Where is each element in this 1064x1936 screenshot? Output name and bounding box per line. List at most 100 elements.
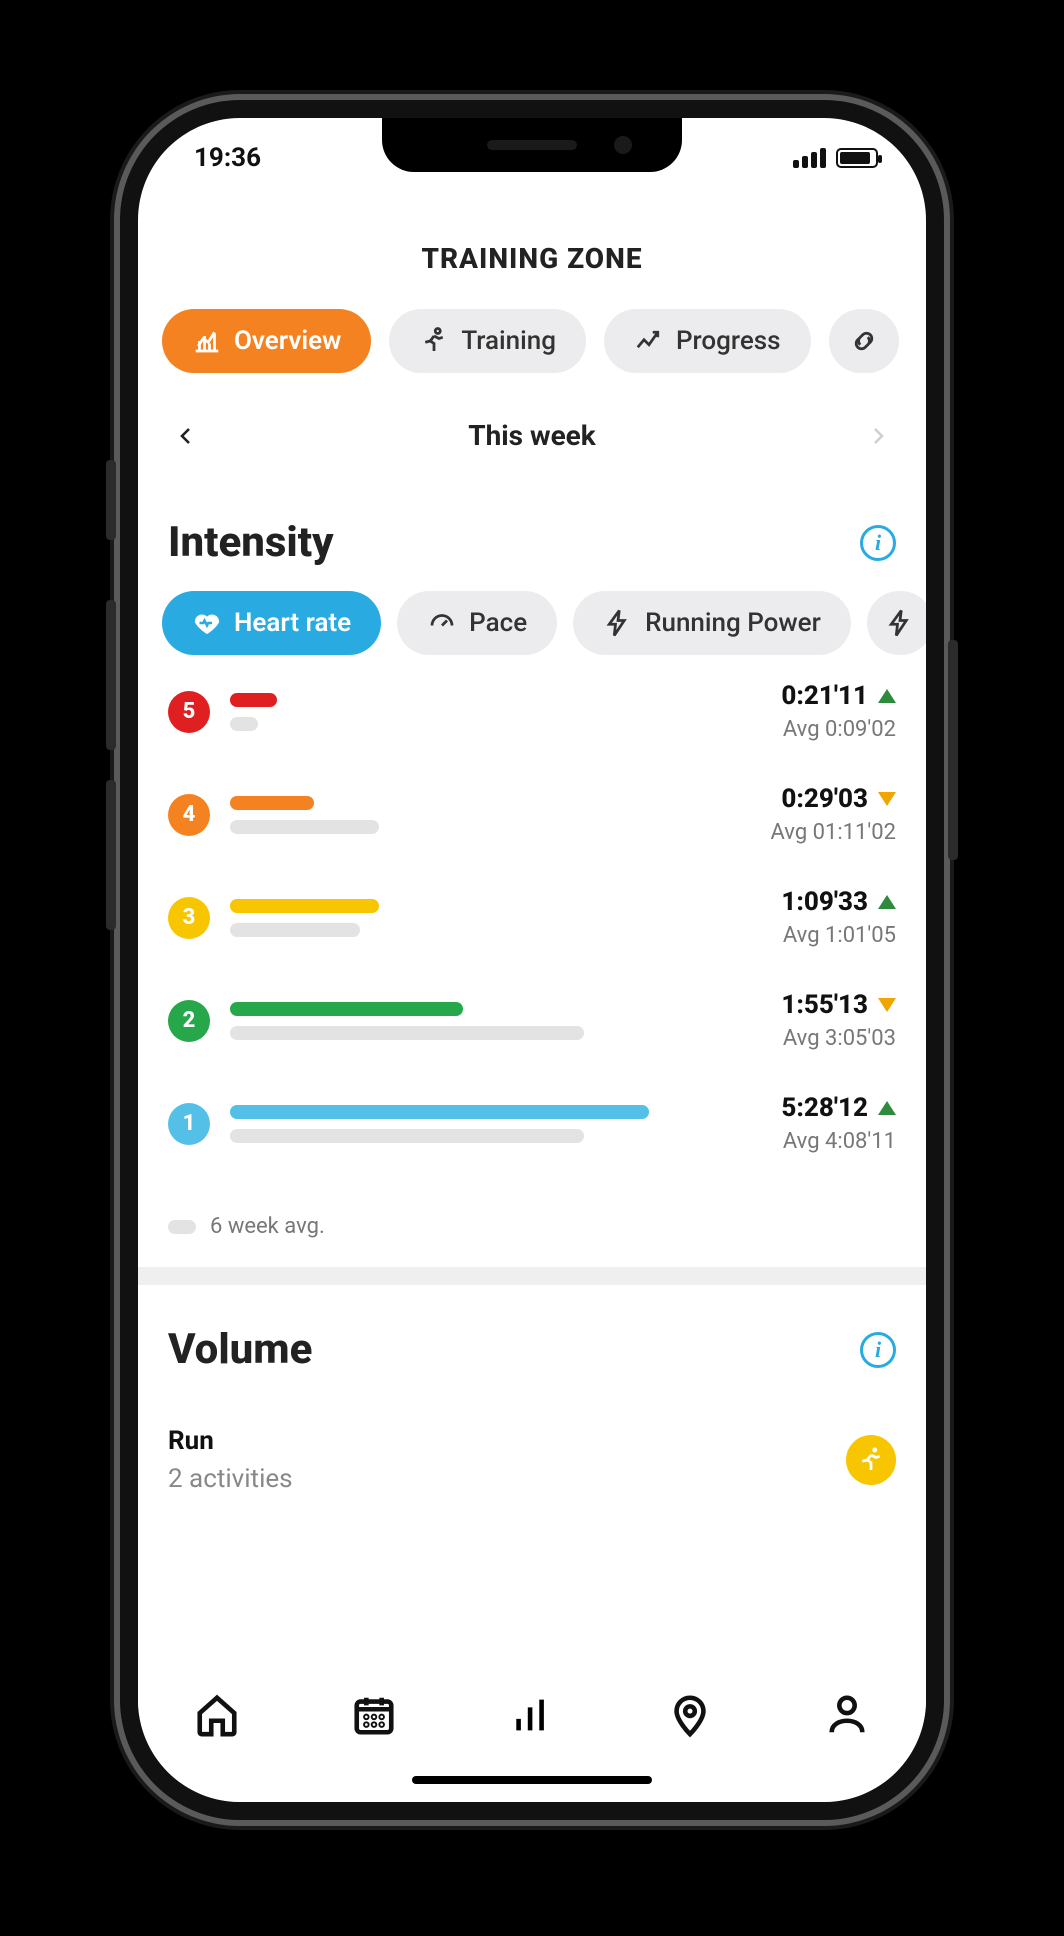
power-button	[948, 640, 958, 860]
zone-value-bar	[230, 1105, 649, 1119]
zone-value-bar	[230, 693, 277, 707]
zone-values: 5:28'12 Avg 4:08'11	[716, 1093, 896, 1154]
zone-row-5[interactable]: 5 0:21'11 Avg 0:09'02	[168, 681, 896, 742]
trend-down-icon	[878, 998, 896, 1012]
runner-icon	[419, 326, 449, 356]
zone-bars	[230, 1002, 696, 1040]
tab-profile[interactable]	[819, 1687, 875, 1743]
zone-value-label: 1:09'33	[781, 887, 868, 917]
volume-row-run[interactable]: Run 2 activities	[168, 1398, 896, 1494]
phone-frame: 19:36 TRAINING ZONE Ov	[120, 100, 944, 1820]
nav-pill-training[interactable]: Training	[389, 309, 586, 373]
zone-avg-bar	[230, 717, 258, 731]
volume-sport-label: Run	[168, 1426, 293, 1456]
chart-line-icon	[192, 326, 222, 356]
zone-bars	[230, 1105, 696, 1143]
zone-avg-bar	[230, 820, 379, 834]
zone-badge: 4	[168, 794, 210, 836]
zone-value-bar	[230, 899, 379, 913]
zone-row-4[interactable]: 4 0:29'03Avg 01:11'02	[168, 784, 896, 845]
metric-pill-more[interactable]	[867, 591, 926, 655]
volume-activities-label: 2 activities	[168, 1464, 293, 1494]
tab-calendar[interactable]	[346, 1687, 402, 1743]
metric-pill-label: Running Power	[645, 608, 821, 638]
battery-icon	[836, 148, 878, 168]
trend-up-icon	[878, 1101, 896, 1115]
nav-pill-more[interactable]	[829, 309, 899, 373]
notch	[382, 118, 682, 172]
zone-value-label: 0:29'03	[781, 784, 868, 814]
silent-switch	[106, 460, 116, 540]
zone-badge: 3	[168, 897, 210, 939]
intensity-info-button[interactable]: i	[860, 525, 896, 561]
zones-legend: 6 week avg.	[138, 1206, 926, 1267]
trend-up-icon	[878, 895, 896, 909]
zone-badge: 5	[168, 691, 210, 733]
zones-list: 5 0:21'11 Avg 0:09'02 4 0:29'03Avg 01:11'02 3…	[138, 655, 926, 1206]
week-label: This week	[468, 419, 596, 452]
nav-pill-bar: Overview Training Progress	[138, 309, 926, 373]
heart-icon	[192, 608, 222, 638]
nav-pill-overview[interactable]: Overview	[162, 309, 371, 373]
trend-up-icon	[878, 689, 896, 703]
metric-pill-running-power[interactable]: Running Power	[573, 591, 851, 655]
volume-down-button	[106, 780, 116, 930]
zone-row-1[interactable]: 15:28'12Avg 4:08'11	[168, 1093, 896, 1154]
screen: 19:36 TRAINING ZONE Ov	[138, 118, 926, 1802]
legend-swatch-icon	[168, 1220, 196, 1234]
status-time: 19:36	[194, 143, 261, 173]
metric-pill-heart-rate[interactable]: Heart rate	[162, 591, 381, 655]
metric-pill-bar: Heart rate Pace Running Power	[138, 591, 926, 655]
zone-avg-label: Avg 4:08'11	[716, 1129, 896, 1154]
zone-value-bar	[230, 1002, 463, 1016]
week-navigator: This week	[138, 373, 926, 462]
nav-pill-label: Overview	[234, 326, 341, 356]
zone-avg-label: Avg 1:01'05	[716, 923, 896, 948]
bolt-icon	[885, 608, 915, 638]
metric-pill-label: Heart rate	[234, 608, 351, 638]
section-divider	[138, 1267, 926, 1285]
zone-values: 1:09'33 Avg 1:01'05	[716, 887, 896, 948]
zone-row-2[interactable]: 2 1:55'13 Avg 3:05'03	[168, 990, 896, 1051]
zone-avg-bar	[230, 1026, 584, 1040]
zone-bars	[230, 693, 696, 731]
tab-stats[interactable]	[504, 1687, 560, 1743]
zone-value-label: 1:55'13	[781, 990, 868, 1020]
gauge-icon	[427, 608, 457, 638]
volume-header: Volume i	[138, 1285, 926, 1398]
zone-avg-bar	[230, 1129, 584, 1143]
intensity-header: Intensity i	[138, 462, 926, 591]
nav-pill-label: Progress	[676, 326, 781, 356]
volume-info-button[interactable]: i	[860, 1332, 896, 1368]
bolt-icon	[603, 608, 633, 638]
trend-up-icon	[634, 326, 664, 356]
intensity-title: Intensity	[168, 518, 334, 567]
zone-avg-label: Avg 0:09'02	[716, 717, 896, 742]
next-week-button[interactable]	[866, 424, 890, 448]
zone-value-bar	[230, 796, 314, 810]
link-icon	[849, 326, 879, 356]
zone-value-label: 5:28'12	[781, 1093, 868, 1123]
page-title: TRAINING ZONE	[138, 198, 926, 309]
run-badge-icon	[846, 1435, 896, 1485]
zone-badge: 2	[168, 1000, 210, 1042]
trend-down-icon	[878, 792, 896, 806]
cellular-signal-icon	[793, 148, 826, 168]
tab-location[interactable]	[662, 1687, 718, 1743]
zone-avg-label: Avg 3:05'03	[716, 1026, 896, 1051]
zone-value-label: 0:21'11	[781, 681, 868, 711]
zone-values: 0:29'03Avg 01:11'02	[716, 784, 896, 845]
volume-up-button	[106, 600, 116, 750]
volume-title: Volume	[168, 1325, 312, 1374]
zone-values: 1:55'13 Avg 3:05'03	[716, 990, 896, 1051]
content-scroll[interactable]: TRAINING ZONE Overview Training	[138, 198, 926, 1692]
tab-home[interactable]	[189, 1687, 245, 1743]
zone-bars	[230, 796, 696, 834]
metric-pill-pace[interactable]: Pace	[397, 591, 557, 655]
prev-week-button[interactable]	[174, 424, 198, 448]
tab-bar	[138, 1672, 926, 1802]
home-indicator[interactable]	[412, 1776, 652, 1784]
zone-bars	[230, 899, 696, 937]
zone-row-3[interactable]: 3 1:09'33 Avg 1:01'05	[168, 887, 896, 948]
nav-pill-progress[interactable]: Progress	[604, 309, 811, 373]
